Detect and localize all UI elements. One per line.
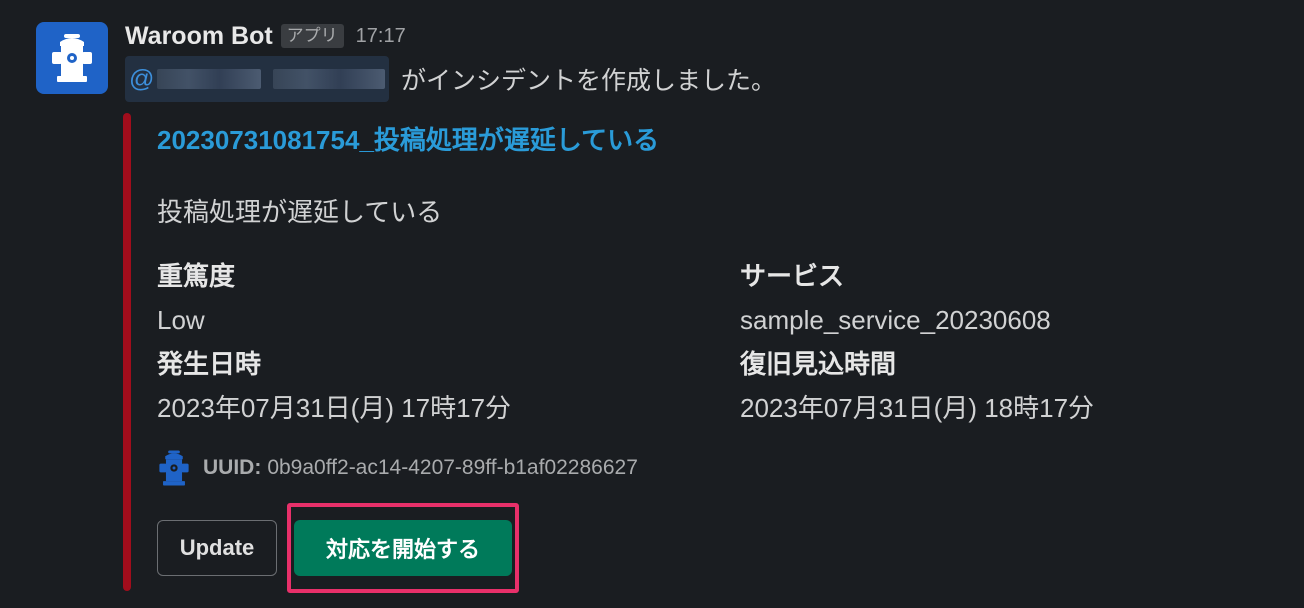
incident-title-link[interactable]: 20230731081754_投稿処理が遅延している bbox=[157, 120, 659, 157]
update-button[interactable]: Update bbox=[157, 520, 277, 576]
field-label: 重篤度 bbox=[157, 261, 236, 291]
field-severity: 重篤度 Low bbox=[157, 254, 235, 342]
field-occurred-at: 発生日時 2023年07月31日(月) 17時17分 bbox=[157, 342, 511, 430]
attachment-actions: Update 対応を開始する bbox=[157, 503, 519, 593]
fire-hydrant-icon bbox=[159, 450, 189, 486]
incident-description: 投稿処理が遅延している bbox=[157, 197, 443, 227]
field-service: サービス sample_service_20230608 bbox=[740, 254, 1051, 342]
highlight-annotation: 対応を開始する bbox=[287, 503, 519, 593]
uuid-label: UUID: bbox=[203, 456, 262, 479]
bot-name[interactable]: Waroom Bot bbox=[125, 22, 273, 51]
field-value: Low bbox=[157, 305, 205, 335]
message-intro: @ がインシデントを作成しました。 bbox=[125, 56, 776, 102]
redacted-name bbox=[157, 69, 262, 89]
field-label: サービス bbox=[740, 261, 845, 291]
field-value: 2023年07月31日(月) 18時17分 bbox=[740, 393, 1095, 423]
uuid-value: 0b9a0ff2-ac14-4207-89ff-b1af02286627 bbox=[267, 456, 638, 479]
start-response-button[interactable]: 対応を開始する bbox=[294, 520, 512, 576]
app-badge: アプリ bbox=[280, 24, 344, 48]
message: Waroom Bot アプリ 17:17 @ がインシデントを作成しました。 2… bbox=[0, 0, 1304, 608]
message-timestamp[interactable]: 17:17 bbox=[356, 25, 406, 48]
fire-hydrant-icon bbox=[52, 34, 92, 82]
field-label: 発生日時 bbox=[157, 349, 262, 379]
intro-text: がインシデントを作成しました。 bbox=[401, 67, 777, 95]
attachment-color-bar bbox=[123, 113, 131, 591]
field-value: 2023年07月31日(月) 17時17分 bbox=[157, 393, 512, 423]
field-expected-recovery: 復旧見込時間 2023年07月31日(月) 18時17分 bbox=[740, 342, 1094, 430]
field-label: 復旧見込時間 bbox=[740, 349, 897, 379]
user-mention[interactable]: @ bbox=[125, 56, 389, 102]
redacted-name bbox=[273, 69, 385, 89]
field-value: sample_service_20230608 bbox=[740, 305, 1051, 335]
attachment-footer: UUID: 0b9a0ff2-ac14-4207-89ff-b1af022866… bbox=[157, 448, 638, 488]
mention-prefix: @ bbox=[129, 64, 155, 93]
bot-avatar[interactable] bbox=[36, 22, 108, 94]
message-header: Waroom Bot アプリ 17:17 bbox=[125, 18, 406, 54]
